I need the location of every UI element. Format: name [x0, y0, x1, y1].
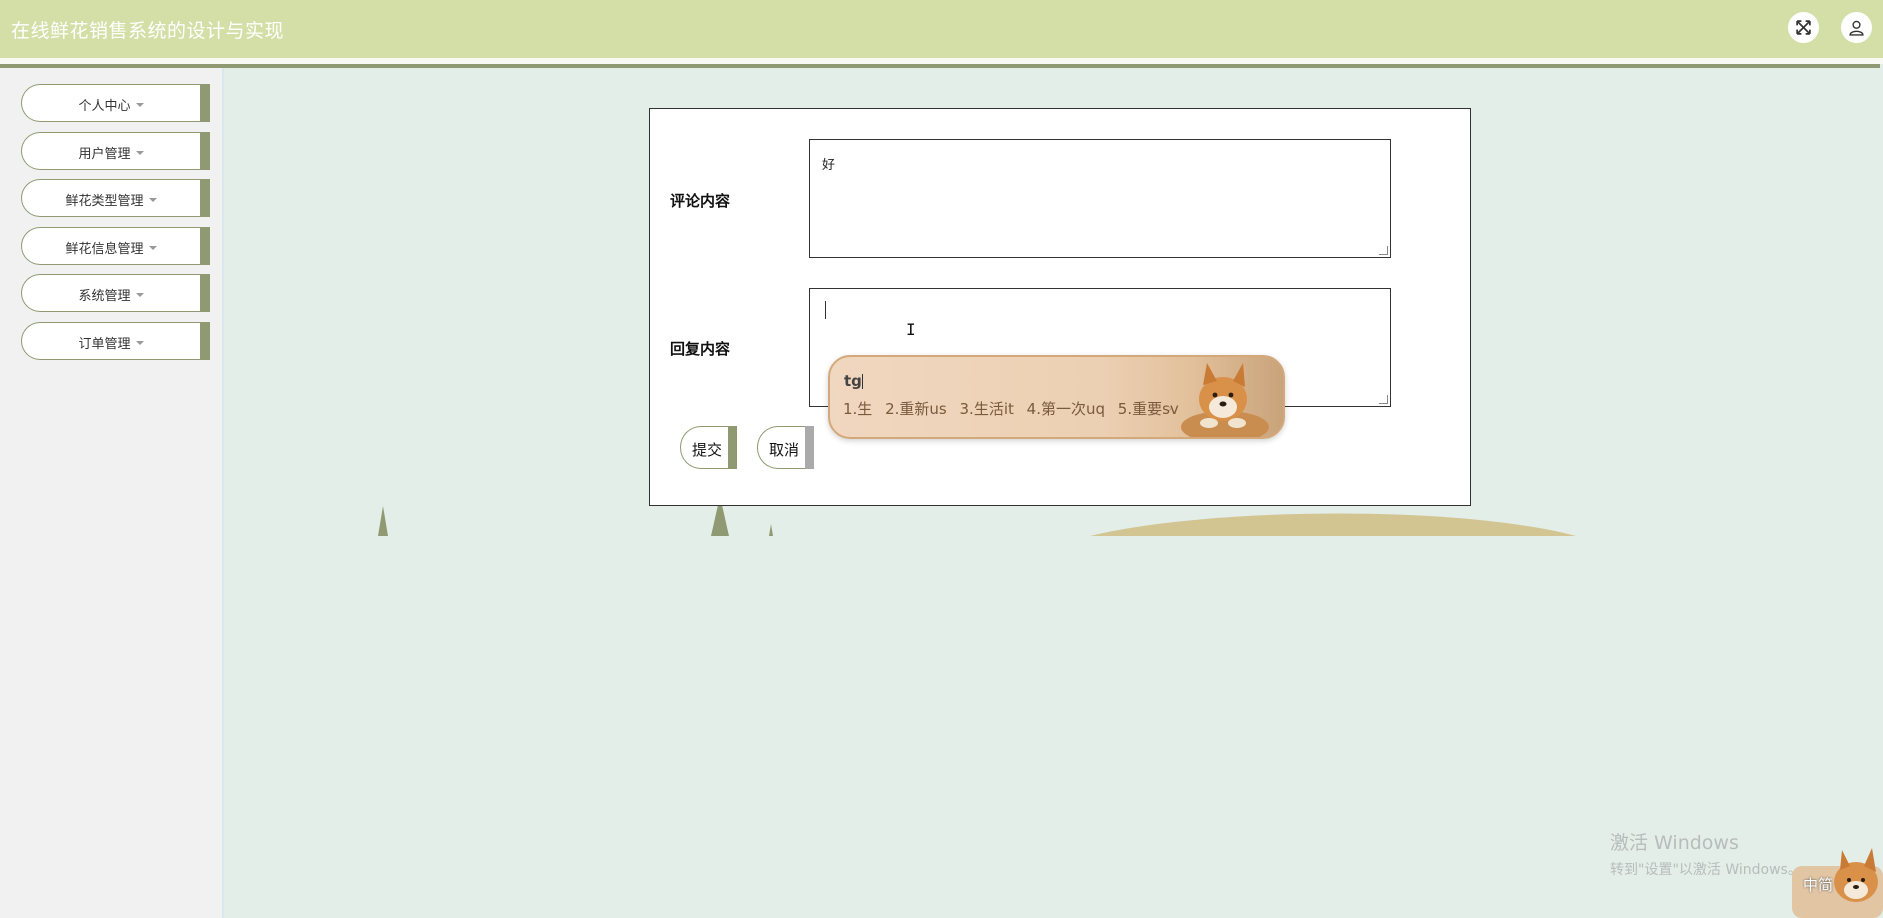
sidebar-item-accent	[200, 84, 210, 122]
windows-activation-watermark: 激活 Windows 转到"设置"以激活 Windows。	[1610, 828, 1802, 879]
text-caret	[825, 301, 826, 319]
header-divider-dark	[0, 64, 1880, 68]
comment-textarea[interactable]: 好	[809, 139, 1391, 258]
watermark-subtitle: 转到"设置"以激活 Windows。	[1610, 862, 1802, 878]
sidebar-item-accent	[200, 274, 210, 312]
ime-composition-text: tg	[844, 372, 862, 390]
fullscreen-button[interactable]	[1788, 12, 1819, 43]
ime-candidate[interactable]: 1.生	[843, 400, 872, 418]
button-accent	[728, 426, 737, 469]
sidebar-item-label: 订单管理	[78, 337, 131, 352]
sidebar-item-accent	[200, 322, 210, 360]
ime-candidate-list: 1.生 2.重新us 3.生活it 4.第一次uq 5.重要sv	[843, 398, 1187, 419]
ime-candidate[interactable]: 2.重新us	[885, 400, 947, 418]
caret-down-icon	[135, 340, 144, 345]
caret-down-icon	[148, 245, 157, 250]
sidebar: 个人中心 用户管理 鲜花类型管理 鲜花信息管理 系统管理 订单管理	[0, 68, 224, 918]
reply-label: 回复内容	[670, 340, 731, 358]
ime-caret	[861, 374, 863, 389]
ime-candidate-window[interactable]: tg 1.生 2.重新us 3.生活it 4.第一次uq 5.重要sv ›	[828, 355, 1285, 439]
button-accent	[805, 426, 814, 469]
sidebar-item-user-management[interactable]: 用户管理	[21, 132, 210, 170]
ibeam-cursor-icon: I	[906, 320, 916, 339]
user-button[interactable]	[1841, 12, 1872, 43]
sidebar-item-label: 鲜花信息管理	[65, 242, 144, 257]
caret-down-icon	[148, 197, 157, 202]
sidebar-item-label: 鲜花类型管理	[65, 194, 144, 209]
sidebar-item-label: 个人中心	[78, 99, 131, 114]
sidebar-item-order-management[interactable]: 订单管理	[21, 322, 210, 360]
caret-down-icon	[135, 292, 144, 297]
comment-label: 评论内容	[670, 192, 731, 210]
sidebar-item-label: 系统管理	[78, 289, 131, 304]
ime-candidate[interactable]: 4.第一次uq	[1027, 400, 1105, 418]
ime-composition: tg	[844, 372, 863, 390]
sidebar-item-personal-center[interactable]: 个人中心	[21, 84, 210, 122]
resize-handle-icon[interactable]	[1379, 246, 1388, 255]
app-title: 在线鲜花销售系统的设计与实现	[11, 20, 285, 42]
sidebar-item-flower-info-management[interactable]: 鲜花信息管理	[21, 227, 210, 265]
resize-handle-icon[interactable]	[1379, 395, 1388, 404]
cancel-button[interactable]: 取消	[757, 426, 814, 469]
expand-icon	[1796, 20, 1811, 35]
caret-down-icon	[135, 102, 144, 107]
watermark-title: 激活 Windows	[1610, 832, 1739, 854]
top-header: 在线鲜花销售系统的设计与实现	[0, 0, 1883, 58]
ime-candidate[interactable]: 3.生活it	[960, 400, 1014, 418]
sidebar-item-accent	[200, 179, 210, 217]
submit-button[interactable]: 提交	[680, 426, 737, 469]
sidebar-item-system-management[interactable]: 系统管理	[21, 274, 210, 312]
ime-mode-indicator[interactable]: 中简	[1803, 874, 1833, 895]
sidebar-item-label: 用户管理	[78, 147, 131, 162]
submit-button-label: 提交	[692, 441, 723, 459]
sidebar-item-accent	[200, 227, 210, 265]
comment-text: 好	[822, 158, 836, 173]
shiba-dog-skin-image	[1181, 363, 1269, 437]
sidebar-item-flower-type-management[interactable]: 鲜花类型管理	[21, 179, 210, 217]
cancel-button-label: 取消	[769, 441, 800, 459]
sidebar-item-accent	[200, 132, 210, 170]
caret-down-icon	[135, 150, 144, 155]
user-icon	[1849, 20, 1864, 36]
